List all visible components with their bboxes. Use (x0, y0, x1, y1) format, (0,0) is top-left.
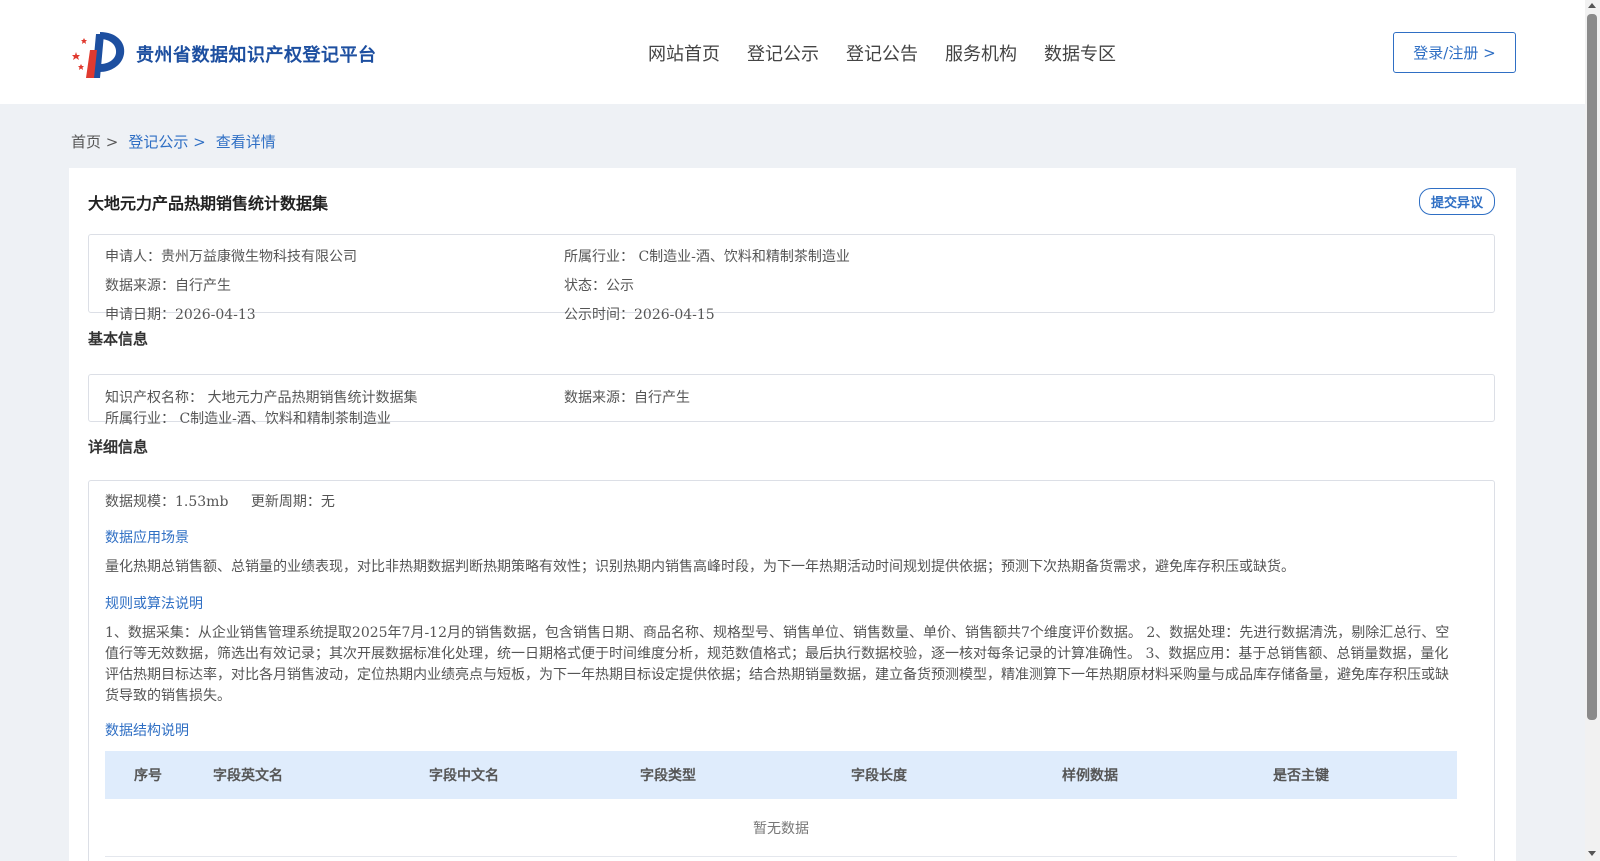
nav-home[interactable]: 网站首页 (648, 40, 720, 66)
applicant: 申请人：贵州万益康微生物科技有限公司 (105, 249, 357, 265)
main-nav: 网站首页 登记公示 登记公告 服务机构 数据专区 (648, 40, 1143, 66)
data-structure-table: 序号 字段英文名 字段中文名 字段类型 字段长度 样例数据 是否主键 暂无数据 (105, 751, 1457, 857)
nav-registration-publicity[interactable]: 登记公示 (747, 40, 819, 66)
status: 状态：公示 (564, 278, 634, 294)
table-empty-text: 暂无数据 (105, 799, 1457, 857)
site-logo[interactable]: 贵州省数据知识产权登记平台 (70, 28, 377, 80)
logo-emblem-icon (72, 32, 125, 78)
col-type: 字段类型 (640, 768, 696, 784)
data-scale: 数据规模：1.53mb (105, 494, 229, 510)
apply-date: 申请日期：2026-04-13 (105, 307, 256, 323)
scroll-thumb[interactable] (1587, 14, 1597, 720)
update-cycle: 更新周期：无 (250, 494, 335, 510)
col-english-name: 字段英文名 (213, 768, 283, 784)
breadcrumb-registration-publicity[interactable]: 登记公示 > (128, 131, 205, 152)
detail-info-box: 数据规模：1.53mb 更新周期：无 数据应用场景 量化热期总销售额、总销量的业… (88, 480, 1495, 861)
col-primary-key: 是否主键 (1273, 768, 1329, 784)
col-index: 序号 (134, 768, 162, 784)
ip-name: 知识产权名称： 大地元力产品热期销售统计数据集 (105, 390, 418, 406)
basic-data-source: 数据来源：自行产生 (564, 390, 690, 406)
basic-industry: 所属行业： C制造业-酒、饮料和精制茶制造业 (105, 411, 391, 427)
basic-info-box: 知识产权名称： 大地元力产品热期销售统计数据集 数据来源：自行产生 所属行业： … (88, 374, 1495, 427)
algorithm-heading: 规则或算法说明 (105, 596, 203, 612)
scenario-text: 量化热期总销售额、总销量的业绩表现，对比非热期数据判断热期策略有效性；识别热期内… (105, 559, 1295, 575)
nav-registration-announcement[interactable]: 登记公告 (846, 40, 918, 66)
scenario-heading: 数据应用场景 (105, 530, 189, 546)
table-header: 序号 字段英文名 字段中文名 字段类型 字段长度 样例数据 是否主键 (105, 751, 1457, 799)
scroll-up-arrow-icon[interactable] (1588, 3, 1596, 8)
logo-title: 贵州省数据知识产权登记平台 (136, 45, 377, 66)
basic-info-heading: 基本信息 (88, 330, 149, 348)
scale-row: 数据规模：1.53mb 更新周期：无 (105, 491, 353, 511)
nav-data-zone[interactable]: 数据专区 (1044, 40, 1116, 66)
summary-box: 申请人：贵州万益康微生物科技有限公司 所属行业： C制造业-酒、饮料和精制茶制造… (88, 234, 1495, 323)
data-source: 数据来源：自行产生 (105, 278, 231, 294)
col-sample: 样例数据 (1062, 768, 1118, 784)
industry: 所属行业： C制造业-酒、饮料和精制茶制造业 (564, 249, 850, 265)
nav-service-agencies[interactable]: 服务机构 (945, 40, 1017, 66)
algorithm-text: 1、数据采集：从企业销售管理系统提取2025年7月-12月的销售数据，包含销售日… (105, 625, 1450, 704)
structure-heading: 数据结构说明 (105, 723, 189, 739)
breadcrumb-home[interactable]: 首页 > (71, 131, 118, 152)
col-length: 字段长度 (851, 768, 907, 784)
submit-objection-button[interactable]: 提交异议 (1419, 188, 1495, 215)
login-register-button[interactable]: 登录/注册 > (1393, 32, 1516, 73)
publish-date: 公示时间：2026-04-15 (564, 307, 715, 323)
page-title: 大地元力产品热期销售统计数据集 (88, 194, 329, 213)
detail-info-heading: 详细信息 (88, 438, 149, 456)
detail-card: 大地元力产品热期销售统计数据集 提交异议 申请人：贵州万益康微生物科技有限公司 … (69, 168, 1516, 861)
page-scrollbar[interactable] (1585, 0, 1600, 861)
scroll-down-arrow-icon[interactable] (1588, 851, 1596, 856)
breadcrumb: 首页 > 登记公示 > 查看详情 (71, 131, 286, 152)
col-chinese-name: 字段中文名 (429, 768, 499, 784)
top-header: 贵州省数据知识产权登记平台 网站首页 登记公示 登记公告 服务机构 数据专区 登… (0, 0, 1585, 104)
breadcrumb-current: 查看详情 (215, 133, 276, 151)
